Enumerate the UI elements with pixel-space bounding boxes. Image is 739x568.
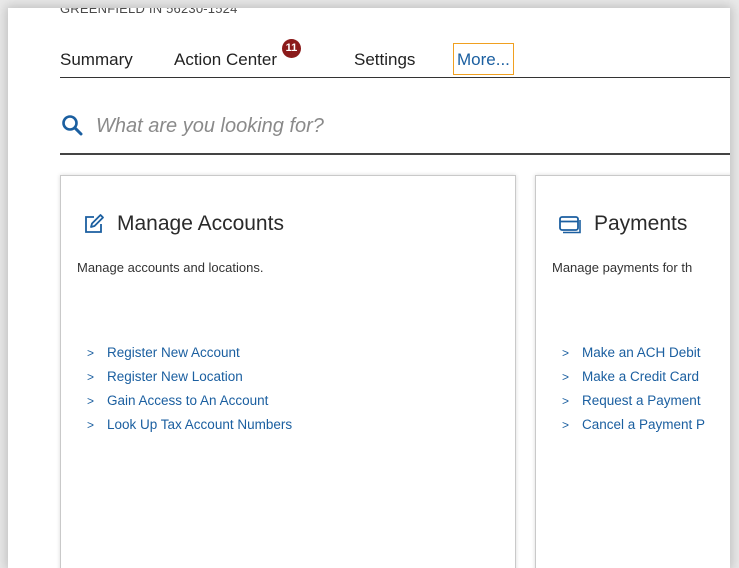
link-label: Register New Location: [107, 369, 243, 384]
edit-icon: [85, 214, 104, 233]
search-input[interactable]: [94, 107, 718, 145]
link-make-ach-debit[interactable]: > Make an ACH Debit: [562, 341, 705, 365]
card-header: Manage Accounts: [83, 209, 284, 239]
tab-settings[interactable]: Settings: [354, 45, 415, 75]
link-cancel-payment[interactable]: > Cancel a Payment P: [562, 413, 705, 437]
link-label: Make an ACH Debit: [582, 345, 701, 360]
main-panel: GREENFIELD IN 56230-1524 Summary Action …: [8, 8, 730, 568]
notification-badge: 11: [282, 39, 301, 58]
manage-accounts-card: Manage Accounts Manage accounts and loca…: [60, 175, 516, 568]
chevron-right-icon: >: [562, 418, 570, 432]
card-header: Payments: [558, 209, 687, 239]
tab-more[interactable]: More...: [453, 43, 514, 75]
chevron-right-icon: >: [562, 394, 570, 408]
card-description: Manage payments for th: [552, 260, 693, 275]
chevron-right-icon: >: [87, 370, 95, 384]
link-label: Register New Account: [107, 345, 240, 360]
search-icon[interactable]: [60, 113, 84, 137]
link-register-new-account[interactable]: > Register New Account: [87, 341, 292, 365]
link-label: Request a Payment: [582, 393, 701, 408]
chevron-right-icon: >: [562, 370, 570, 384]
link-gain-access[interactable]: > Gain Access to An Account: [87, 389, 292, 413]
tab-divider: [60, 77, 730, 78]
card-title: Manage Accounts: [117, 212, 284, 235]
link-label: Cancel a Payment P: [582, 417, 706, 432]
payments-card: Payments Manage payments for th > Make an…: [535, 175, 730, 568]
link-label: Look Up Tax Account Numbers: [107, 417, 293, 432]
link-register-new-location[interactable]: > Register New Location: [87, 365, 292, 389]
card-title: Payments: [594, 212, 688, 235]
tab-action-center[interactable]: Action Center 11: [174, 39, 301, 75]
chevron-right-icon: >: [87, 418, 95, 432]
account-address: GREENFIELD IN 56230-1524: [60, 8, 238, 16]
chevron-right-icon: >: [562, 346, 570, 360]
chevron-right-icon: >: [87, 394, 95, 408]
search-bar: [60, 107, 730, 153]
tab-action-center-label: Action Center: [174, 50, 277, 69]
link-label: Gain Access to An Account: [107, 393, 269, 408]
link-list: > Make an ACH Debit > Make a Credit Card >…: [562, 341, 705, 437]
card-description: Manage accounts and locations.: [77, 260, 264, 275]
link-make-credit-card[interactable]: > Make a Credit Card: [562, 365, 705, 389]
tab-bar: Summary Action Center 11 Settings More..…: [60, 39, 730, 75]
tab-summary[interactable]: Summary: [60, 45, 133, 75]
link-request-payment[interactable]: > Request a Payment: [562, 389, 705, 413]
credit-card-icon: [559, 216, 581, 234]
link-label: Make a Credit Card: [582, 369, 700, 384]
chevron-right-icon: >: [87, 346, 95, 360]
link-look-up-tax-numbers[interactable]: > Look Up Tax Account Numbers: [87, 413, 292, 437]
search-underline: [60, 153, 730, 155]
link-list: > Register New Account > Register New Loca…: [87, 341, 292, 437]
